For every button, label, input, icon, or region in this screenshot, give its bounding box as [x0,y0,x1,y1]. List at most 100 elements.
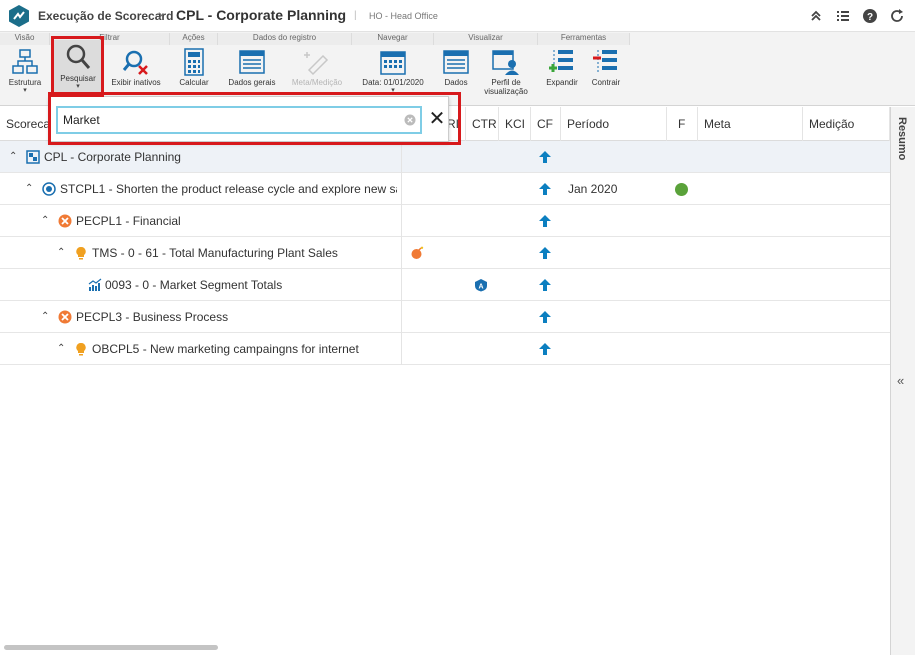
table-row[interactable]: ⌃ PECPL3 - Business Process [0,301,890,333]
help-icon[interactable]: ? [862,8,878,24]
col-medicao[interactable]: Medição [803,107,890,141]
general-data-icon [239,50,265,74]
control-shield-icon: A [475,279,487,292]
table-row[interactable]: ⌃ STCPL1 - Shorten the product release c… [0,173,890,205]
perspective-icon [58,214,72,228]
periodo-value: Jan 2020 [568,182,618,196]
perspective-icon [58,310,72,324]
title-divider: | [354,10,357,21]
exibir-inativos-label: Exibir inativos [111,78,161,87]
collapse-icon [593,50,617,72]
objective-bulb-icon [76,246,86,260]
svg-text:A: A [478,284,483,291]
dados-label: Dados [444,78,468,87]
column-divider [401,269,402,301]
breadcrumb-separator: › [158,6,163,22]
calendar-icon [380,51,406,75]
dados-gerais-label: Dados gerais [228,78,276,87]
indicator-chart-icon [88,278,102,291]
calculator-icon [184,48,204,76]
contrair-button[interactable]: Contrair [586,46,626,104]
arrow-up-icon [539,279,551,291]
group-label-navegar: Navegar [352,33,434,45]
arrow-up-icon [539,343,551,355]
expand-icon [549,50,573,72]
col-f[interactable]: F [667,107,698,141]
col-kci[interactable]: KCI [499,107,531,141]
collapse-toggle-icon[interactable]: ⌃ [57,343,67,355]
collapse-toggle-icon[interactable]: ⌃ [57,247,67,259]
row-label: PECPL1 - Financial [76,214,181,228]
arrow-up-icon [539,311,551,323]
expand-sidebar-icon[interactable]: « [897,373,904,388]
data-view-icon [443,50,469,74]
estrutura-label: Estrutura [8,78,42,87]
table-row[interactable]: ⌃ CPL - Corporate Planning [0,141,890,173]
highlight-search-field [48,92,461,145]
column-divider [401,141,402,173]
group-label-acoes: Ações [170,33,218,45]
arrow-up-icon [539,247,551,259]
col-meta[interactable]: Meta [698,107,803,141]
column-divider [401,205,402,237]
collapse-toggle-icon[interactable]: ⌃ [41,311,51,323]
risk-bomb-icon [411,246,424,259]
scorecard-icon [26,150,40,164]
arrow-up-icon [539,183,551,195]
breadcrumb-app[interactable]: Execução de Scorecard [38,9,173,23]
view-profile-icon [492,50,519,75]
column-divider [401,173,402,205]
group-label-dados-registro: Dados do registro [218,33,352,45]
group-label-visao: Visão [0,33,50,45]
data-label: Data: 01/01/2020 [362,78,424,87]
collapse-toggle-icon[interactable]: ⌃ [9,151,19,163]
col-periodo[interactable]: Período [561,107,667,141]
row-label: PECPL3 - Business Process [76,310,229,324]
collapse-toggle-icon[interactable]: ⌃ [25,183,35,195]
perfil-label-line2: visualização [484,87,528,96]
structure-icon [12,49,38,74]
page-title: CPL - Corporate Planning [176,7,347,23]
col-ctr[interactable]: CTR [466,107,499,141]
table-row[interactable]: 0093 - 0 - Market Segment Totals A [0,269,890,301]
refresh-icon[interactable] [889,8,905,24]
summary-sidebar: Resumo « [890,107,915,655]
app-logo-icon [9,5,29,27]
arrow-up-icon [539,215,551,227]
row-label: STCPL1 - Shorten the product release cyc… [60,182,397,196]
row-label: CPL - Corporate Planning [44,150,181,164]
list-icon[interactable] [835,8,851,24]
meta-medicao-label: Meta/Medição [291,78,343,87]
collapse-toggle-icon[interactable]: ⌃ [41,215,51,227]
unit-label: HO - Head Office [369,11,438,21]
summary-tab[interactable]: Resumo [896,117,908,160]
contrair-label: Contrair [591,78,621,87]
svg-text:?: ? [867,12,873,23]
column-divider [401,237,402,269]
strategy-target-icon [42,182,56,196]
arrow-up-icon [539,151,551,163]
collapse-up-icon[interactable] [808,8,824,24]
col-cf[interactable]: CF [531,107,561,141]
column-divider [401,301,402,333]
table-row[interactable]: ⌃ OBCPL5 - New marketing campaingns for … [0,333,890,365]
row-label: TMS - 0 - 61 - Total Manufacturing Plant… [92,246,338,260]
group-label-visualizar: Visualizar [434,33,538,45]
estrutura-caret-icon: ▾ [23,87,27,94]
group-label-ferramentas: Ferramentas [538,33,630,45]
objective-bulb-icon [76,342,86,356]
row-label: 0093 - 0 - Market Segment Totals [105,278,283,292]
expandir-label: Expandir [546,78,578,87]
scorecard-grid: Scorecard RI CTR KCI CF Período F Meta M… [0,107,890,652]
table-row[interactable]: ⌃ PECPL1 - Financial [0,205,890,237]
estrutura-button[interactable]: Estrutura ▾ [4,46,46,104]
column-divider [401,333,402,365]
title-bar: Execução de Scorecard › CPL - Corporate … [0,0,915,32]
horizontal-scrollbar[interactable] [4,645,218,650]
table-row[interactable]: ⌃ TMS - 0 - 61 - Total Manufacturing Pla… [0,237,890,269]
calcular-label: Calcular [179,78,209,87]
status-green-icon [675,183,688,196]
perfil-visualizacao-button[interactable]: Perfil de visualização [478,46,534,104]
row-label: OBCPL5 - New marketing campaingns for in… [92,342,359,356]
expandir-button[interactable]: Expandir [542,46,582,104]
